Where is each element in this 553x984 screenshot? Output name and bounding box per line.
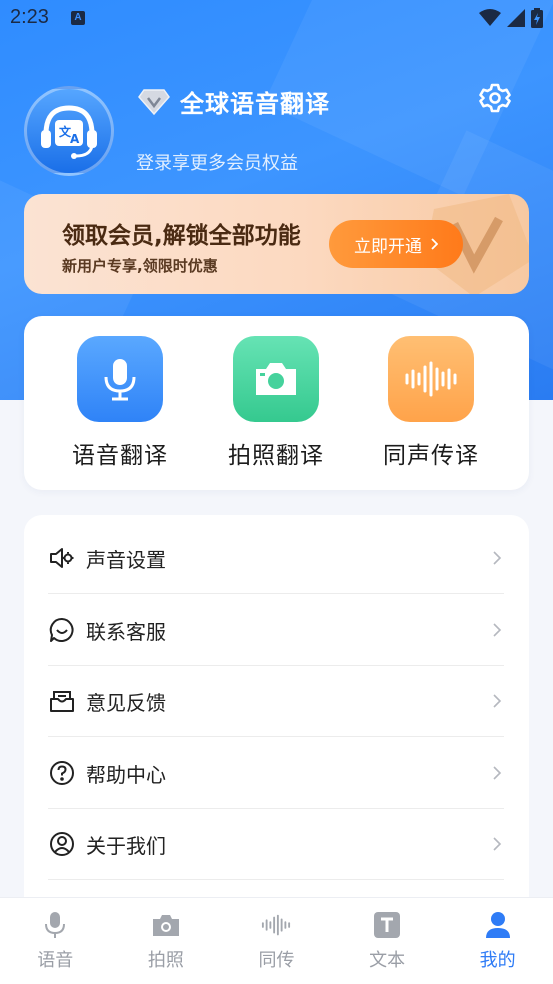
title-row: 全球语音翻译 [138,84,330,119]
tab-text[interactable]: 文本 [332,898,443,984]
menu-item-about-us[interactable]: 关于我们 [48,809,504,880]
notification-icon: A [71,11,85,25]
quick-action-photo-translate[interactable]: 拍照翻译 [216,336,336,470]
tab-simultaneous[interactable]: 同传 [221,898,332,984]
tab-photo[interactable]: 拍照 [111,898,222,984]
bottom-tab-bar: 语音 拍照 同传 文本 我的 [0,897,553,984]
status-time: 2:23 [10,6,49,28]
feedback-icon [48,687,76,715]
quick-actions-card: 语音翻译 拍照翻译 同声传译 [24,316,529,490]
quick-action-label: 同声传译 [383,443,479,469]
camera-icon [151,910,181,940]
quick-action-simultaneous-interpretation[interactable]: 同声传译 [371,336,491,470]
gear-icon[interactable] [479,82,511,114]
chevron-right-icon [493,623,502,637]
help-icon [48,759,76,787]
speaker-settings-icon [48,544,76,572]
menu-item-customer-service[interactable]: 联系客服 [48,595,504,666]
diamond-icon [138,88,170,115]
quick-action-label: 拍照翻译 [228,443,324,469]
tab-label: 文本 [369,950,406,971]
translator-headset-icon: 文 A [41,105,97,159]
login-subtitle[interactable]: 登录享更多会员权益 [136,149,298,175]
vip-banner[interactable]: 领取会员,解锁全部功能 新用户专享,领限时优惠 立即开通 [24,194,529,294]
status-bar: 2:23 A [0,0,553,38]
tab-label: 我的 [479,950,516,971]
menu-item-help-center[interactable]: 帮助中心 [48,738,504,809]
quick-action-voice-translate[interactable]: 语音翻译 [60,336,180,470]
activate-vip-label: 立即开通 [354,236,422,257]
soundwave-icon [388,336,474,422]
tab-label: 语音 [37,950,74,971]
app-title: 全球语音翻译 [180,90,330,118]
battery-icon [531,8,543,28]
chevron-right-icon [493,694,502,708]
activate-vip-button[interactable]: 立即开通 [329,220,463,268]
tab-voice[interactable]: 语音 [0,898,111,984]
tab-label: 拍照 [147,950,184,971]
soundwave-icon [261,910,291,940]
wifi-icon [479,9,501,26]
menu-item-label: 声音设置 [86,547,166,572]
menu-item-label: 关于我们 [86,833,166,858]
chevron-right-icon [493,551,502,565]
about-icon [48,830,76,858]
camera-icon [233,336,319,422]
menu-item-label: 联系客服 [86,619,166,644]
vip-title: 领取会员,解锁全部功能 [62,223,301,249]
settings-menu: 声音设置 联系客服 意见反馈 帮助中心 关于我们 [24,515,529,915]
svg-text:A: A [70,132,80,146]
avatar[interactable]: 文 A [24,86,114,176]
tab-label: 同传 [258,950,295,971]
microphone-icon [77,336,163,422]
customer-service-icon [48,616,76,644]
menu-item-sound-settings[interactable]: 声音设置 [48,523,504,594]
menu-item-label: 帮助中心 [86,762,166,787]
vip-subtitle: 新用户专享,领限时优惠 [62,257,218,275]
menu-item-feedback[interactable]: 意见反馈 [48,666,504,737]
status-icons [479,8,543,28]
menu-item-label: 意见反馈 [86,690,166,715]
chevron-right-icon [431,238,438,250]
tab-mine[interactable]: 我的 [442,898,553,984]
chevron-right-icon [493,766,502,780]
profile-icon [483,910,513,940]
chevron-right-icon [493,837,502,851]
microphone-icon [40,910,70,940]
quick-action-label: 语音翻译 [72,443,168,469]
signal-icon [507,9,525,27]
text-icon [372,910,402,940]
